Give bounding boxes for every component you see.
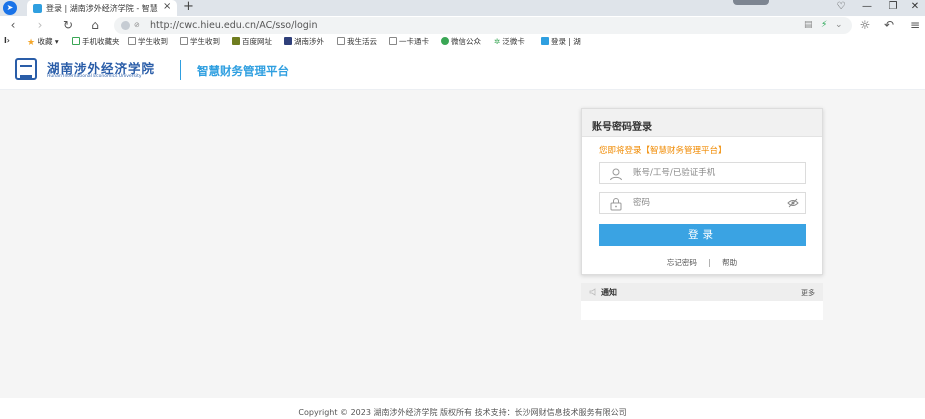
notice-panel: 通知 更多 [581, 283, 823, 320]
undo-icon[interactable]: ↶ [880, 17, 898, 34]
school-logo-icon [15, 58, 37, 80]
url-text[interactable]: http://cwc.hieu.edu.cn/AC/sso/login [150, 20, 317, 31]
folder-icon [128, 37, 136, 45]
bookmarks-bar: I› ★ 收藏 ▾ 手机收藏夹 学生收到 学生收到 百度网址 湖南涉外 我生活云… [0, 35, 925, 49]
back-icon[interactable]: ‹ [4, 17, 22, 34]
bookmark-label: 一卡通卡 [399, 37, 429, 46]
forward-icon[interactable]: › [31, 17, 49, 34]
bookmark-label: 学生收到 [190, 37, 220, 46]
bookmark-item-favorites[interactable]: ★ 收藏 ▾ [27, 36, 59, 48]
account-field[interactable] [599, 162, 806, 184]
header-divider [180, 60, 181, 80]
navigation-bar: ‹ › ↻ ⌂ ⊘ http://cwc.hieu.edu.cn/AC/sso/… [0, 16, 925, 35]
home-icon[interactable]: ⌂ [86, 17, 104, 34]
login-notice: 您即将登录【智慧财务管理平台】 [599, 146, 727, 156]
bookmark-label: 微信公众 [451, 37, 481, 46]
bookmark-item[interactable]: 一卡通卡 [389, 36, 429, 47]
notice-header: 通知 更多 [581, 283, 823, 301]
tab-close-icon[interactable]: × [163, 1, 171, 12]
bookmark-label: 泛微卡 [502, 37, 525, 46]
copyright-text: Copyright © 2023 湖南涉外经济学院 版权所有 技术支持：长沙网财… [298, 408, 627, 417]
bookmark-label: 收藏 [37, 37, 53, 46]
tab-favicon-icon [33, 4, 42, 13]
bookmark-item[interactable]: 学生收到 [128, 36, 168, 47]
brightness-icon[interactable]: ☼ [856, 17, 874, 34]
bookmark-label: 湖南涉外 [294, 37, 324, 46]
lock-icon [610, 198, 622, 211]
bookmark-label: 我生活云 [347, 37, 377, 46]
tab-title: 登录 | 湖南涉外经济学院 - 智慧 [46, 4, 158, 13]
login-card-header: 账号密码登录 [582, 109, 822, 137]
bookmark-item[interactable]: 我生活云 [337, 36, 377, 47]
eye-hidden-icon[interactable] [787, 198, 799, 208]
bookmark-label: 百度网址 [242, 37, 272, 46]
bookmark-label: 登录 | 湖 [551, 37, 581, 46]
speaker-icon [589, 288, 596, 296]
user-icon [610, 168, 622, 181]
platform-name: 智慧财务管理平台 [197, 64, 289, 78]
login-button[interactable]: 登录 [599, 224, 806, 246]
bookmark-item[interactable]: 微信公众 [441, 36, 481, 47]
reader-mode-icon[interactable]: ▤ [804, 20, 813, 30]
help-link[interactable]: 帮助 [722, 258, 737, 267]
browser-logo-icon[interactable]: ➤ [3, 1, 17, 15]
menu-icon[interactable]: ≡ [906, 17, 924, 34]
browser-tab-bar: ➤ 登录 | 湖南涉外经济学院 - 智慧 × + ♡ — ❐ ✕ [0, 0, 925, 16]
restore-icon[interactable]: ❐ [884, 0, 902, 14]
bookmark-item[interactable]: 登录 | 湖 [541, 36, 581, 47]
folder-icon [389, 37, 397, 45]
school-subtitle: Hunan International Economics University [47, 74, 142, 79]
folder-icon [180, 37, 188, 45]
browser-tab-active[interactable]: 登录 | 湖南涉外经济学院 - 智慧 × [27, 0, 177, 16]
phone-icon [72, 37, 80, 45]
shirt-icon[interactable]: ♡ [832, 0, 850, 14]
wechat-icon [441, 37, 449, 45]
login-card: 账号密码登录 您即将登录【智慧财务管理平台】 登录 [581, 108, 823, 275]
login-links: 忘记密码 | 帮助 [582, 257, 822, 268]
reload-icon[interactable]: ↻ [59, 17, 77, 34]
close-window-icon[interactable]: ✕ [906, 0, 924, 14]
bookmark-item[interactable]: 湖南涉外 [284, 36, 324, 47]
notice-more-link[interactable]: 更多 [801, 288, 815, 298]
bookmark-label: 手机收藏夹 [82, 37, 120, 46]
privacy-icon: ⊘ [134, 21, 140, 29]
login-title: 账号密码登录 [592, 122, 652, 133]
school-icon [284, 37, 292, 45]
main-content: 账号密码登录 您即将登录【智慧财务管理平台】 登录 [0, 90, 925, 398]
folder-icon [337, 37, 345, 45]
site-info-icon[interactable] [121, 21, 130, 30]
new-tab-icon[interactable]: + [183, 0, 194, 14]
shield-icon [232, 37, 240, 45]
speed-mode-icon[interactable]: ⚡ [821, 20, 827, 30]
titlebar-badge [733, 0, 769, 5]
password-input[interactable] [633, 196, 783, 210]
bookmark-item[interactable]: ✲ 泛微卡 [494, 36, 525, 47]
sidebar-toggle-icon[interactable]: I› [4, 36, 10, 45]
bookmark-item[interactable]: 手机收藏夹 [72, 36, 120, 47]
account-input[interactable] [633, 166, 783, 180]
notice-title: 通知 [601, 288, 617, 297]
bookmark-item[interactable]: 百度网址 [232, 36, 272, 47]
bookmark-item[interactable]: 学生收到 [180, 36, 220, 47]
star-icon: ★ [27, 38, 36, 48]
minimize-icon[interactable]: — [858, 0, 876, 14]
address-bar[interactable]: ⊘ http://cwc.hieu.edu.cn/AC/sso/login ▤ … [114, 17, 852, 34]
password-field[interactable] [599, 192, 806, 214]
site-header: 湖南涉外经济学院 Hunan International Economics U… [0, 49, 925, 90]
forgot-password-link[interactable]: 忘记密码 [667, 258, 697, 267]
page-footer: Copyright © 2023 湖南涉外经济学院 版权所有 技术支持：长沙网财… [0, 398, 925, 419]
bookmark-label: 学生收到 [138, 37, 168, 46]
chevron-down-icon[interactable]: ⌄ [835, 20, 843, 30]
site-icon [541, 37, 549, 45]
link-separator: | [708, 258, 711, 267]
gear-icon: ✲ [494, 37, 501, 46]
